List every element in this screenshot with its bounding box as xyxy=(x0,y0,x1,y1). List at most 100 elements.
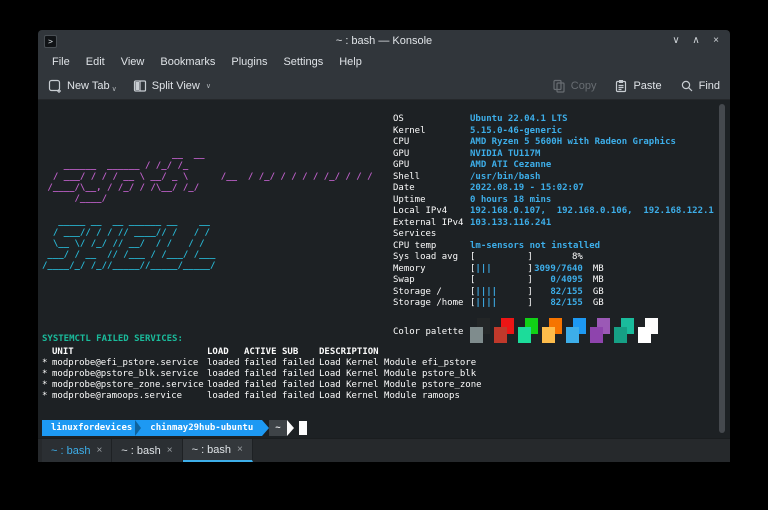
find-button[interactable]: Find xyxy=(680,79,720,93)
copy-icon xyxy=(552,79,566,93)
menu-help[interactable]: Help xyxy=(331,54,370,70)
window-title: ~ : bash — Konsole xyxy=(38,35,730,47)
tab-bash-1[interactable]: ~ : bash × xyxy=(42,439,112,462)
menubar: File Edit View Bookmarks Plugins Setting… xyxy=(38,52,730,72)
palette-swatch-blue xyxy=(566,318,586,343)
info-value: 5.15.0-46-generic xyxy=(470,126,562,138)
menu-edit[interactable]: Edit xyxy=(78,54,113,70)
tab-bash-2[interactable]: ~ : bash × xyxy=(112,439,182,462)
info-value: lm-sensors not installed xyxy=(470,241,600,253)
info-row-cpu-temp: CPU templm-sensors not installed xyxy=(393,241,714,253)
info-label: Kernel xyxy=(393,126,470,138)
info-row-os: OSUbuntu 22.04.1 LTS xyxy=(393,114,714,126)
meter-value: 82/155 xyxy=(533,287,583,299)
text-cursor xyxy=(299,421,307,435)
info-row-cpu: CPUAMD Ryzen 5 5600H with Radeon Graphic… xyxy=(393,137,714,149)
tab-close-icon[interactable]: × xyxy=(96,445,102,456)
palette-swatch-magenta xyxy=(590,318,610,343)
terminal-screen[interactable]: __ __ ______ ______ / /_/ /_ / ___/ / / … xyxy=(38,100,730,438)
meter-fill: ||| xyxy=(475,264,527,276)
info-row-local-ip: Local IPv4192.168.0.107, 192.168.0.106, … xyxy=(393,206,714,218)
meter-value: 82/155 xyxy=(533,298,583,310)
info-label: Services xyxy=(393,229,470,241)
paste-icon xyxy=(614,79,628,93)
tab-close-icon[interactable]: × xyxy=(167,445,173,456)
menu-view[interactable]: View xyxy=(113,54,153,70)
col-description: DESCRIPTION xyxy=(319,347,379,358)
service-unit: modprobe@pstore_blk.service xyxy=(52,369,207,380)
prompt-segment-user: linuxfordevices xyxy=(42,420,141,436)
bullet: * xyxy=(42,380,52,391)
service-description: Load Kernel Module pstore_blk xyxy=(319,369,476,380)
info-label: Date xyxy=(393,183,470,195)
paste-button[interactable]: Paste xyxy=(614,79,661,93)
terminal-scrollbar xyxy=(718,103,726,435)
meter-value: 3099/7640 xyxy=(533,264,583,276)
info-label: CPU temp xyxy=(393,241,470,253)
split-view-caret-icon[interactable]: ∨ xyxy=(206,82,211,90)
bullet: * xyxy=(42,369,52,380)
services-header-row: UNIT LOAD ACTIVE SUB DESCRIPTION xyxy=(42,347,482,358)
minimize-button[interactable]: ∨ xyxy=(668,33,684,49)
info-label: Storage /home xyxy=(393,298,470,310)
menu-file[interactable]: File xyxy=(44,54,78,70)
info-label: GPU xyxy=(393,149,470,161)
tab-label: ~ : bash xyxy=(51,445,90,457)
split-view-icon xyxy=(133,79,147,93)
palette-swatch-green xyxy=(518,318,538,343)
info-label: Swap xyxy=(393,275,470,287)
meter-fill: |||| xyxy=(475,287,527,299)
toolbar: New Tab ∨ Split View ∨ Copy Paste xyxy=(38,72,730,100)
powerline-arrow-icon xyxy=(262,420,269,436)
meter-row-storage-home: Storage /home[||||]82/155GB xyxy=(393,298,714,310)
service-active: failed xyxy=(244,369,282,380)
search-icon xyxy=(680,79,694,93)
copy-button[interactable]: Copy xyxy=(552,79,597,93)
info-row-shell: Shell/usr/bin/bash xyxy=(393,172,714,184)
tab-bash-3-active[interactable]: ~ : bash × xyxy=(183,439,253,462)
service-sub: failed xyxy=(282,380,319,391)
info-value: /usr/bin/bash xyxy=(470,172,540,184)
new-tab-button[interactable]: New Tab ∨ xyxy=(48,79,117,93)
close-button[interactable]: × xyxy=(708,33,724,49)
menu-bookmarks[interactable]: Bookmarks xyxy=(152,54,223,70)
service-description: Load Kernel Module ramoops xyxy=(319,391,460,402)
info-value: AMD Ryzen 5 5600H with Radeon Graphics xyxy=(470,137,676,149)
service-unit: modprobe@efi_pstore.service xyxy=(52,358,207,369)
menu-settings[interactable]: Settings xyxy=(275,54,331,70)
meter-fill xyxy=(475,252,527,264)
info-label: External IPv4 xyxy=(393,218,470,230)
service-active: failed xyxy=(244,391,282,402)
titlebar[interactable]: > ~ : bash — Konsole ∨ ∧ × xyxy=(38,30,730,52)
info-row-kernel: Kernel5.15.0-46-generic xyxy=(393,126,714,138)
konsole-window: > ~ : bash — Konsole ∨ ∧ × File Edit Vie… xyxy=(38,30,730,462)
info-row-external-ip: External IPv4103.133.116.241 xyxy=(393,218,714,230)
split-view-label: Split View xyxy=(152,80,200,92)
palette-swatch-white xyxy=(638,318,658,343)
meter-row-storage-root: Storage /[||||]82/155GB xyxy=(393,287,714,299)
col-unit: UNIT xyxy=(52,347,207,358)
new-tab-icon xyxy=(48,79,62,93)
info-row-gpu2: GPUAMD ATI Cezanne xyxy=(393,160,714,172)
ascii-art-pink: __ __ ______ ______ / /_/ /_ / ___/ / / … xyxy=(42,150,373,205)
info-value: Ubuntu 22.04.1 LTS xyxy=(470,114,568,126)
info-value: 2022.08.19 - 15:02:07 xyxy=(470,183,584,195)
failed-services-title: SYSTEMCTL FAILED SERVICES: xyxy=(42,334,482,347)
meter-row-sys-load: Sys load avg[]8% xyxy=(393,252,714,264)
scrollbar-thumb[interactable] xyxy=(719,104,725,433)
split-view-button[interactable]: Split View ∨ xyxy=(133,79,211,93)
service-active: failed xyxy=(244,358,282,369)
meter-row-memory: Memory[|||]3099/7640MB xyxy=(393,264,714,276)
service-sub: failed xyxy=(282,369,319,380)
palette-swatch-cyan xyxy=(614,318,634,343)
tabbar: ~ : bash × ~ : bash × ~ : bash × xyxy=(38,438,730,462)
meter-unit: MB xyxy=(593,275,604,287)
maximize-button[interactable]: ∧ xyxy=(688,33,704,49)
info-row-gpu1: GPUNVIDIA TU117M xyxy=(393,149,714,161)
new-tab-caret-icon[interactable]: ∨ xyxy=(112,85,117,93)
shell-prompt: linuxfordevices chinmay29hub-ubuntu ~ xyxy=(42,420,307,436)
tab-close-icon[interactable]: × xyxy=(237,444,243,455)
menu-plugins[interactable]: Plugins xyxy=(223,54,275,70)
info-value: AMD ATI Cezanne xyxy=(470,160,551,172)
meter-fill xyxy=(475,275,527,287)
